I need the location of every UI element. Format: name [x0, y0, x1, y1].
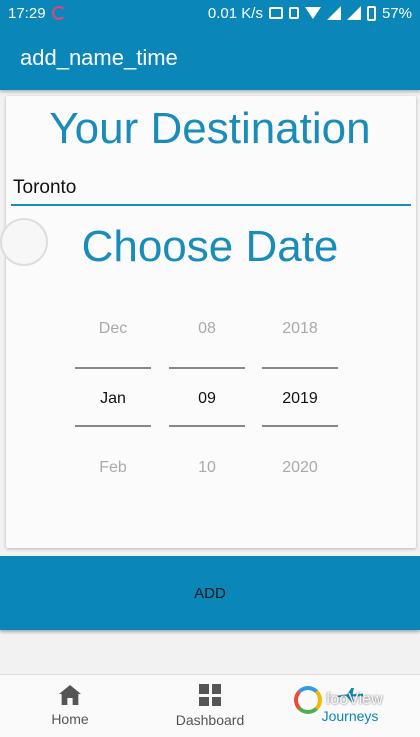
day-picker[interactable]: 08 09 10 — [169, 312, 245, 482]
year-selected[interactable]: 2019 — [262, 390, 338, 408]
year-picker[interactable]: 2018 2019 2020 — [262, 312, 338, 482]
nav-label-home: Home — [51, 711, 89, 727]
sync-icon — [51, 6, 66, 20]
signal-icon-2 — [346, 6, 361, 20]
divider — [75, 367, 151, 369]
divider — [169, 425, 245, 427]
month-selected[interactable]: Jan — [75, 390, 151, 408]
battery-level: 57% — [381, 4, 412, 22]
year-next[interactable]: 2020 — [262, 459, 338, 477]
day-prev[interactable]: 08 — [169, 320, 245, 338]
dashboard-icon — [199, 684, 221, 706]
divider — [75, 425, 151, 427]
watermark-text: fooView — [326, 691, 383, 708]
app-title: add_name_time — [20, 45, 178, 70]
battery-icon — [366, 5, 376, 21]
add-button[interactable]: ADD — [0, 556, 420, 630]
status-bar: 17:29 0.01 K/s 57% — [0, 0, 420, 26]
month-picker[interactable]: Dec Jan Feb — [75, 312, 151, 482]
date-heading: Choose Date — [81, 222, 339, 271]
nav-label-dashboard: Dashboard — [175, 712, 245, 728]
cast-icon — [268, 7, 283, 19]
destination-heading: Your Destination — [49, 104, 371, 153]
signal-icon — [326, 6, 341, 20]
fooview-logo-icon — [294, 686, 322, 714]
fooview-watermark: fooView — [294, 686, 383, 714]
home-icon — [59, 685, 81, 705]
divider — [262, 367, 338, 369]
nav-item-dashboard[interactable]: Dashboard — [140, 675, 280, 737]
divider — [262, 425, 338, 427]
status-time: 17:29 — [8, 4, 46, 22]
year-prev[interactable]: 2018 — [262, 320, 338, 338]
month-next[interactable]: Feb — [75, 459, 151, 477]
divider — [169, 367, 245, 369]
month-prev[interactable]: Dec — [75, 320, 151, 338]
network-speed: 0.01 K/s — [207, 4, 263, 22]
wifi-icon — [304, 7, 321, 19]
app-bar: add_name_time — [0, 26, 420, 90]
day-next[interactable]: 10 — [169, 459, 245, 477]
vibrate-icon — [288, 7, 299, 19]
nav-item-home[interactable]: Home — [0, 675, 140, 737]
day-selected[interactable]: 09 — [169, 390, 245, 408]
destination-input[interactable] — [11, 172, 411, 206]
